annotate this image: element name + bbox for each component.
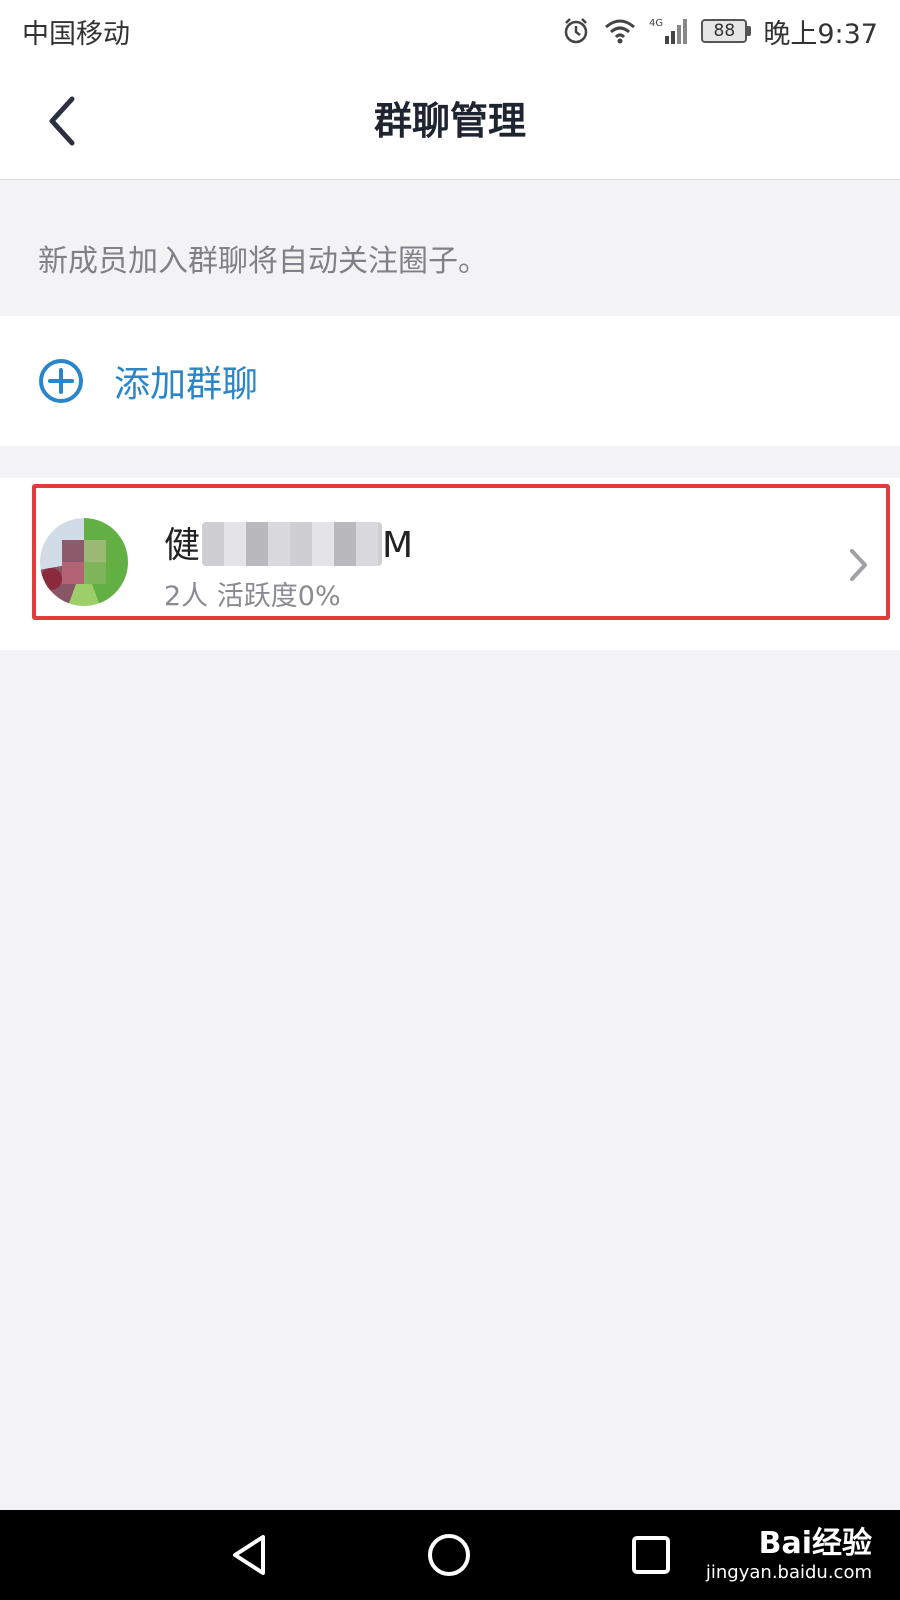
add-group-button[interactable]: 添加群聊 xyxy=(0,316,900,446)
group-list-item[interactable]: 健M 2人 活跃度0% xyxy=(0,478,900,650)
alarm-icon xyxy=(561,16,591,46)
watermark: Bai经验 jingyan.baidu.com xyxy=(706,1518,872,1583)
plus-circle-icon xyxy=(39,359,83,403)
highlight-box xyxy=(32,484,890,620)
add-group-label: 添加群聊 xyxy=(114,364,259,405)
battery-icon: 88 xyxy=(701,19,752,43)
nav-home-button[interactable] xyxy=(422,1528,476,1582)
battery-level: 88 xyxy=(701,19,748,43)
watermark-url: jingyan.baidu.com xyxy=(705,1562,872,1583)
nav-back-button[interactable] xyxy=(222,1528,276,1582)
page-title: 群聊管理 xyxy=(373,99,526,143)
wifi-icon xyxy=(603,17,637,45)
back-triangle-icon xyxy=(233,1535,265,1575)
status-indicators: 4G 88 晚上9:37 xyxy=(561,12,878,51)
hint-text: 新成员加入群聊将自动关注圈子。 xyxy=(38,244,488,279)
chevron-left-icon xyxy=(49,96,75,146)
signal-icon: 4G xyxy=(649,16,689,46)
recents-square-icon xyxy=(632,1536,670,1574)
back-button[interactable] xyxy=(30,86,94,156)
carrier-label: 中国移动 xyxy=(22,18,130,50)
status-bar: 中国移动 4G 88 晚上9:37 xyxy=(0,0,900,62)
system-nav-bar: Bai经验 jingyan.baidu.com xyxy=(0,1510,900,1600)
watermark-brand: Bai经验 xyxy=(758,1526,872,1561)
nav-recents-button[interactable] xyxy=(624,1528,678,1582)
clock: 晚上9:37 xyxy=(763,18,878,50)
network-type-label: 4G xyxy=(649,18,663,29)
nav-bar: 群聊管理 xyxy=(0,62,900,180)
home-circle-icon xyxy=(428,1534,470,1576)
